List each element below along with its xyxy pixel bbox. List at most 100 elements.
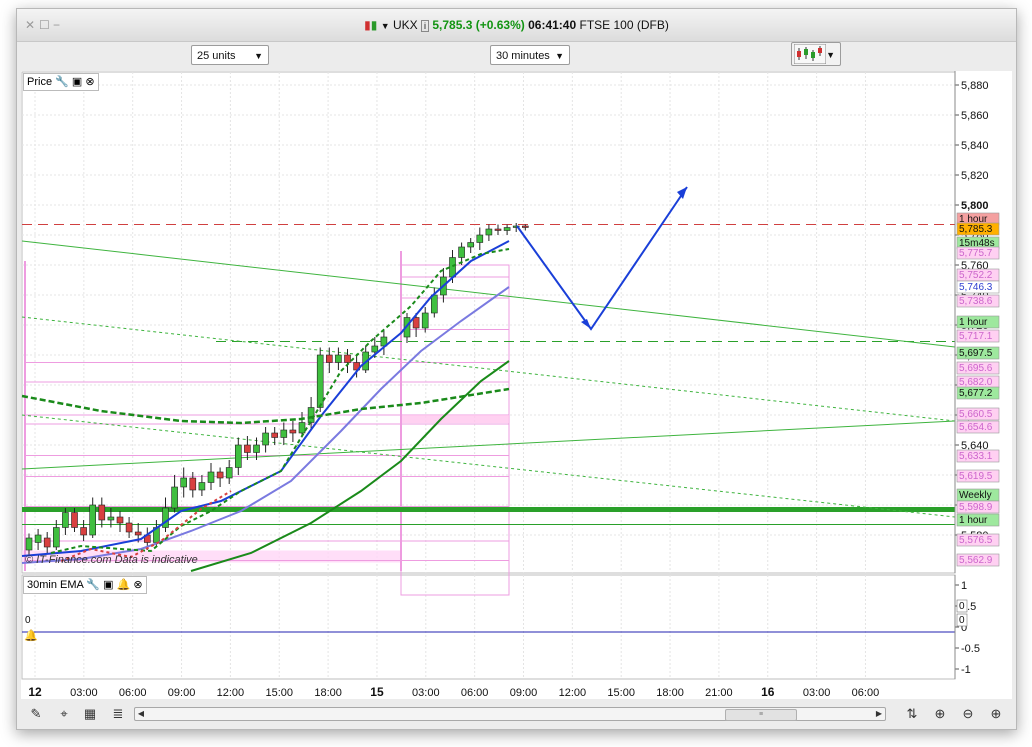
price-tag: 5,598.9 <box>956 500 1000 514</box>
wrench-icon[interactable]: 🔧 <box>86 579 100 591</box>
time-tick-label: 03:00 <box>412 687 440 699</box>
scroll-right-icon[interactable]: ▶ <box>874 708 884 720</box>
price-tag-label: 5,738.6 <box>959 296 993 307</box>
zoom-out-icon[interactable]: ⊖ <box>959 705 977 723</box>
symbol-label[interactable]: UKX <box>393 18 418 32</box>
candle-body <box>449 257 456 278</box>
candle-body <box>430 294 438 314</box>
price-tag: 5,775.7 <box>956 246 1000 260</box>
price-tag: 5,654.6 <box>956 420 1000 434</box>
price-tag: 5,633.1 <box>956 449 1000 463</box>
price-tag-label: 5,660.5 <box>959 409 993 420</box>
candle-body <box>125 522 133 533</box>
price-tag-label: 5,633.1 <box>959 451 993 462</box>
app-window: ✕ ☐ − ▮▮ ▼ UKX i 5,785.3 (+0.63%) 06:41:… <box>0 0 1032 747</box>
price-tag-label: 5,695.6 <box>959 363 993 374</box>
candle-body <box>89 504 96 536</box>
chart-svg[interactable]: 5,8805,8605,8405,8205,8005,7805,7605,740… <box>21 71 1012 707</box>
candle-body <box>116 516 124 524</box>
candle-body <box>253 444 260 453</box>
time-tick-label: 15 <box>370 685 384 699</box>
alert-bell-icon[interactable]: 🔔 <box>24 629 38 642</box>
chart-window: ✕ ☐ − ▮▮ ▼ UKX i 5,785.3 (+0.63%) 06:41:… <box>16 8 1017 730</box>
candle-icon: ▮ <box>364 18 371 32</box>
candle-body <box>307 407 315 423</box>
price-tag-label: 5,682.0 <box>959 377 993 388</box>
price-tag: 5,562.9 <box>956 553 1000 567</box>
candle-body <box>235 444 242 468</box>
wrench-icon[interactable]: 🔧 <box>55 76 69 88</box>
candle-body <box>80 527 87 536</box>
candle-body <box>335 354 342 363</box>
price-tag: 5,738.6 <box>956 294 1000 308</box>
price-tag: 5,677.2 <box>956 386 1000 400</box>
candle-body <box>371 345 379 353</box>
units-select[interactable]: 25 units ▼ <box>191 45 269 65</box>
price-tag: 5,752.2 <box>956 268 1000 282</box>
window-icon[interactable]: ▣ <box>103 579 113 591</box>
ema-tag-label: 0 <box>959 601 965 612</box>
price-tag-label: Weekly <box>959 490 992 501</box>
price-tag: 5,785.3 <box>956 222 1000 236</box>
indicators-icon[interactable]: ≣ <box>109 705 127 723</box>
candle-body <box>280 429 288 438</box>
zoom-in-icon[interactable]: ⊕ <box>987 705 1005 723</box>
info-icon[interactable]: i <box>421 20 429 32</box>
time-scrollbar[interactable]: ◀ ≡ ▶ <box>134 707 886 721</box>
chevron-down-icon: ▼ <box>254 51 263 61</box>
draw-tool-icon[interactable]: ✎ <box>27 705 45 723</box>
price-tag-label: 5,775.7 <box>959 248 993 259</box>
alert-bell-icon[interactable]: 🔔 <box>117 579 131 591</box>
price-tick-label: 5,860 <box>961 110 989 122</box>
price-tag: 5,619.5 <box>956 469 1000 483</box>
price-change: (+0.63%) <box>475 18 525 32</box>
candle-body <box>244 444 251 453</box>
calculator-icon[interactable]: ▦ <box>81 705 99 723</box>
price-tag: Weekly <box>956 488 1000 502</box>
window-icon[interactable]: ▣ <box>72 76 82 88</box>
candle-body <box>325 354 333 363</box>
candle-body <box>494 228 502 231</box>
price-tick-label: 5,840 <box>961 140 989 152</box>
ema-panel-header: 30min EMA 🔧 ▣ 🔔 ⊗ <box>23 576 147 594</box>
candle-body <box>171 486 178 509</box>
clock: 06:41:40 <box>528 18 577 32</box>
time-tick-label: 12 <box>28 685 42 699</box>
candle-body <box>207 471 215 483</box>
candle-body <box>344 354 351 363</box>
window-title: ▮▮ ▼ UKX i 5,785.3 (+0.63%) 06:41:40 FTS… <box>17 18 1016 32</box>
candle-body <box>189 477 197 491</box>
candle-body <box>298 422 306 434</box>
scroll-left-icon[interactable]: ◀ <box>136 708 146 720</box>
chart-area[interactable]: 5,8805,8605,8405,8205,8005,7805,7605,740… <box>21 71 1012 707</box>
candle-body <box>216 471 224 479</box>
time-tick-label: 06:00 <box>119 687 147 699</box>
time-tick-label: 12:00 <box>559 687 587 699</box>
interval-value: 30 minutes <box>496 50 550 62</box>
scroll-thumb[interactable]: ≡ <box>725 709 797 721</box>
price-tag-label: 5,746.3 <box>959 282 993 293</box>
time-tick-label: 18:00 <box>656 687 684 699</box>
close-icon[interactable]: ⊗ <box>133 579 142 591</box>
dropdown-icon[interactable]: ▼ <box>381 21 390 31</box>
crosshair-zoom-icon[interactable]: ⊕ <box>931 705 949 723</box>
watermark: © IT-Finance.com Data is indicative <box>25 554 198 566</box>
period-icon[interactable]: ⇅ <box>903 705 921 723</box>
bottom-toolbar: ✎ ⌖ ▦ ≣ ◀ ≡ ▶ ⇅ ⊕ ⊖ ⊕ <box>17 699 1016 729</box>
time-tick-label: 15:00 <box>265 687 293 699</box>
interval-select[interactable]: 30 minutes ▼ <box>490 45 570 65</box>
cursor-icon[interactable]: ⌖ <box>55 705 73 723</box>
price-tag: 1 hour <box>956 513 1000 527</box>
candle-body <box>421 312 429 329</box>
candle-body <box>180 477 187 488</box>
candle-body <box>52 527 60 548</box>
price-tag-label: 5,619.5 <box>959 471 993 482</box>
time-tick-label: 12:00 <box>217 687 245 699</box>
price-tag: 5,576.5 <box>956 533 1000 547</box>
chart-type-select[interactable]: ▼ <box>791 42 841 66</box>
price-tag: 5,695.6 <box>956 361 1000 375</box>
candle-body <box>262 432 269 446</box>
close-icon[interactable]: ⊗ <box>85 76 94 88</box>
ema-zero-label: 0 <box>25 615 31 626</box>
price-tag-label: 5,654.6 <box>959 422 993 433</box>
